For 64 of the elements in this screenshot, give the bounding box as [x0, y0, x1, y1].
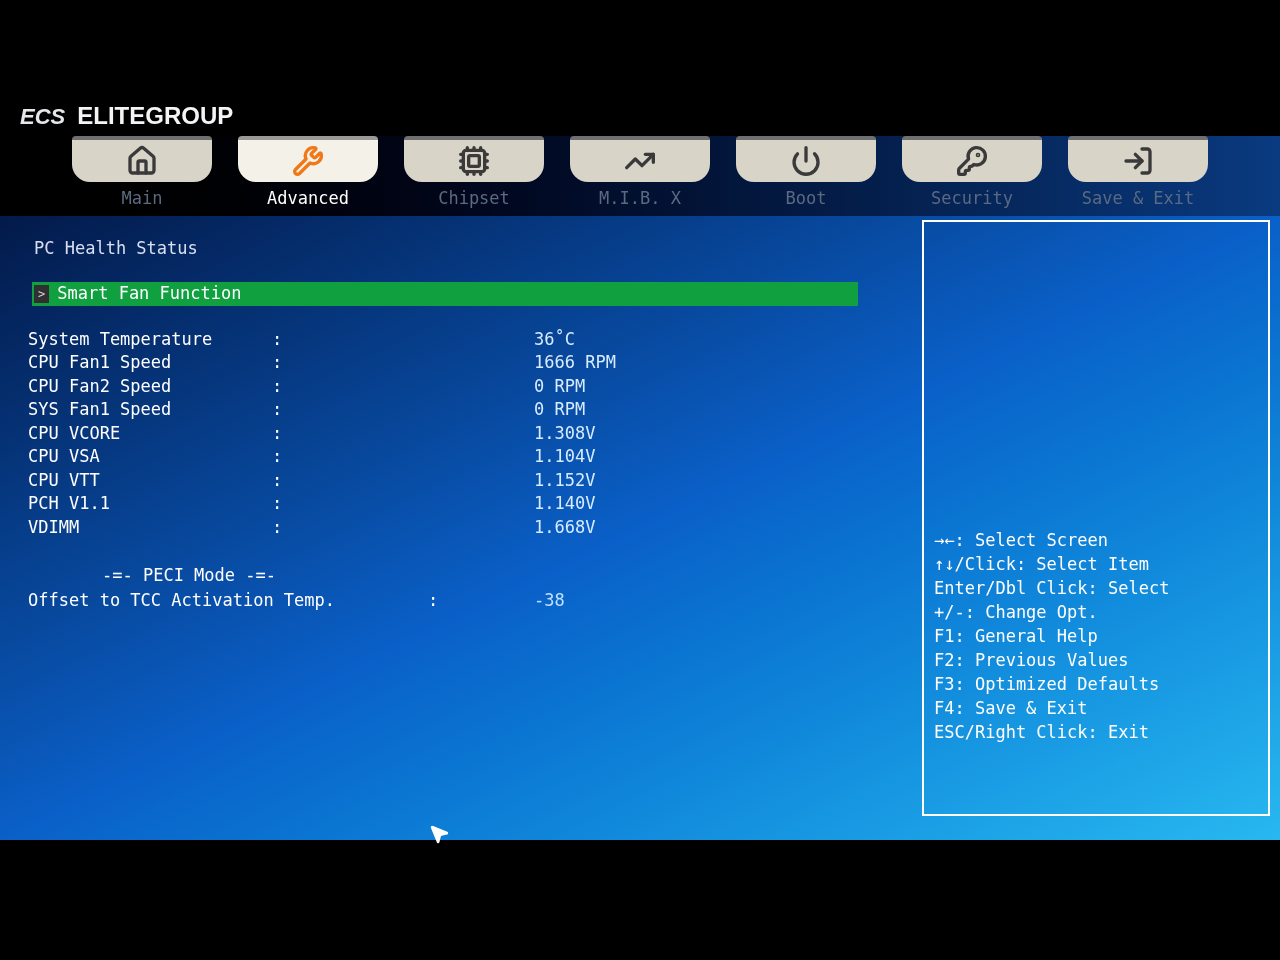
reading-colon: :	[272, 492, 284, 515]
help-line: ↑↓/Click: Select Item	[934, 553, 1150, 576]
help-line: F1: General Help	[934, 625, 1099, 648]
reading-value: 1.104V	[534, 445, 596, 468]
reading-label: CPU VSA	[28, 445, 101, 468]
reading-value: 0 RPM	[534, 398, 586, 421]
reading-value: 36˚C	[534, 327, 575, 351]
key-icon	[956, 145, 988, 177]
brand-name: ELITEGROUP	[77, 101, 234, 131]
tab-icon-plate[interactable]	[736, 136, 876, 182]
setting-colon: :	[428, 588, 440, 612]
reading-colon: :	[272, 398, 284, 421]
tab-icon-plate[interactable]	[404, 136, 544, 182]
reading-value: 1.308V	[534, 421, 596, 445]
tab-icon-plate[interactable]	[72, 136, 212, 182]
tab-label[interactable]: M.I.B. X	[599, 186, 681, 212]
reading-value: 1.152V	[534, 468, 596, 492]
help-line: +/-: Change Opt.	[934, 601, 1099, 624]
reading-colon: :	[272, 468, 284, 492]
tab-label[interactable]: Main	[121, 186, 163, 212]
reading-label: CPU VTT	[28, 468, 101, 492]
tab-icon-plate[interactable]	[902, 136, 1042, 182]
tab-label[interactable]: Save & Exit	[1081, 186, 1195, 212]
reading-label: PCH V1.1	[28, 492, 111, 515]
reading-label: CPU Fan2 Speed	[28, 374, 173, 398]
reading-colon: :	[272, 515, 284, 539]
submenu-item[interactable]: > Smart Fan Function	[32, 281, 858, 306]
help-line: ESC/Right Click: Exit	[934, 721, 1150, 744]
home-icon	[126, 145, 158, 177]
tab-label[interactable]: Chipset	[438, 186, 510, 212]
reading-colon: :	[272, 327, 284, 351]
reading-label: System Temperature	[28, 327, 214, 351]
tab-icon-plate[interactable]	[570, 136, 710, 182]
tab-icon-plate[interactable]	[1068, 136, 1208, 182]
setting-value[interactable]: -38	[534, 587, 565, 614]
help-line: Enter/Dbl Click: Select	[934, 577, 1171, 600]
setting-label: Offset to TCC Activation Temp.	[28, 588, 337, 612]
help-line: F3: Optimized Defaults	[934, 673, 1161, 696]
chip-icon	[458, 145, 490, 177]
section-heading: -=- PECI Mode -=-	[102, 564, 277, 587]
reading-colon: :	[272, 351, 284, 374]
reading-label: VDIMM	[28, 515, 81, 539]
tab-label[interactable]: Boot	[785, 186, 827, 212]
page-title: PC Health Status	[34, 237, 199, 260]
reading-colon: :	[272, 374, 284, 398]
reading-label: CPU VCORE	[28, 421, 122, 445]
help-line: F4: Save & Exit	[934, 697, 1089, 720]
reading-colon: :	[272, 421, 284, 445]
reading-value: 0 RPM	[534, 374, 586, 398]
tab-label[interactable]: Advanced	[267, 186, 349, 212]
reading-value: 1666 RPM	[534, 351, 616, 374]
reading-value: 1.668V	[534, 515, 596, 539]
submenu-marker: >	[34, 284, 50, 303]
reading-colon: :	[272, 445, 284, 468]
tab-label[interactable]: Security	[931, 186, 1013, 212]
help-line: →←: Select Screen	[934, 529, 1109, 552]
reading-label: SYS Fan1 Speed	[28, 398, 173, 421]
wrench-icon	[292, 145, 324, 177]
help-line: F2: Previous Values	[934, 649, 1130, 672]
reading-label: CPU Fan1 Speed	[28, 351, 173, 374]
power-icon	[790, 145, 822, 177]
brand-logo: ECS	[20, 102, 66, 131]
reading-value: 1.140V	[534, 492, 596, 515]
tab-icon-plate[interactable]	[238, 136, 378, 182]
